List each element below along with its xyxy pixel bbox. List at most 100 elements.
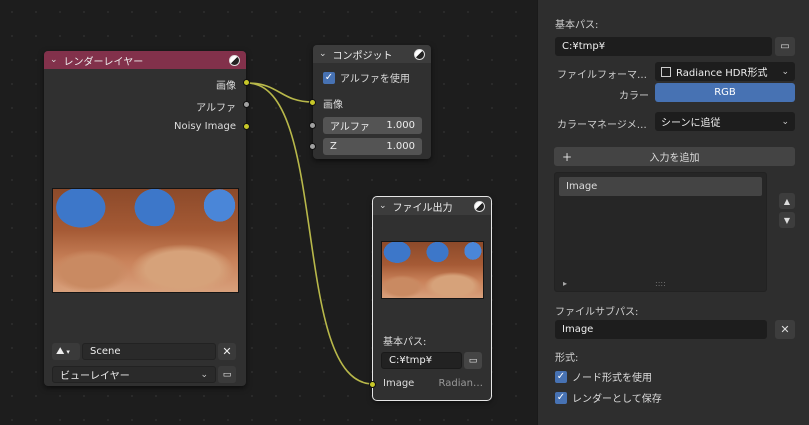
base-path-browse-button[interactable]: ▭ — [775, 37, 795, 56]
folder-icon: ▭ — [780, 41, 790, 52]
list-item-label: Image — [566, 181, 598, 192]
scene-value: Scene — [90, 346, 121, 357]
composite-header[interactable]: ⌄ コンポジット — [313, 45, 431, 63]
add-input-button[interactable]: + 入力を追加 — [554, 147, 795, 166]
file-output-header[interactable]: ⌄ ファイル出力 — [373, 197, 491, 215]
image-icon — [661, 66, 671, 77]
collapse-chevron-icon[interactable]: ⌄ — [319, 49, 327, 59]
node-properties-panel: 基本パス: C:¥tmp¥ ▭ ファイルフォーマ… Radiance HDR形式… — [537, 0, 809, 425]
file-output-base-path-value: C:¥tmp¥ — [389, 355, 433, 366]
alpha-field-label: アルファ — [330, 122, 370, 133]
use-node-format-label: ノード形式を使用 — [572, 373, 652, 384]
file-output-preview-image — [381, 241, 484, 299]
color-management-value: シーンに追従 — [661, 118, 721, 129]
input-alpha-socket[interactable] — [309, 122, 316, 129]
chevron-down-icon: ⌄ — [781, 116, 789, 127]
render-layers-title: レンダーレイヤー — [63, 56, 144, 68]
render-layers-node[interactable]: ⌄ レンダーレイヤー 画像 アルファ Noisy Image ⛰ ▾ Scene… — [44, 51, 250, 386]
close-icon: ✕ — [780, 323, 790, 336]
file-subpath-clear-button[interactable]: ✕ — [775, 320, 795, 339]
preview-sphere-icon[interactable] — [414, 48, 425, 60]
node-editor[interactable]: ⌄ レンダーレイヤー 画像 アルファ Noisy Image ⛰ ▾ Scene… — [0, 0, 537, 425]
output-alpha-label: アルファ — [196, 103, 236, 114]
list-expand-icon[interactable]: ▸ — [563, 279, 567, 288]
folder-icon: ▭ — [468, 355, 478, 366]
view-layer-dropdown[interactable]: ビューレイヤー ⌄ — [52, 366, 216, 383]
file-format-label: ファイルフォーマ… — [557, 70, 647, 81]
use-node-format-checkbox[interactable]: ✓ ノード形式を使用 — [555, 369, 652, 384]
base-path-label: 基本パス: — [555, 20, 599, 31]
folder-icon: ▭ — [222, 369, 232, 380]
list-resize-handle[interactable]: :::: — [655, 279, 666, 288]
color-value: RGB — [714, 87, 736, 98]
input-image-socket[interactable] — [309, 99, 316, 106]
alpha-value-field[interactable]: アルファ 1.000 — [323, 117, 422, 134]
file-subpath-field[interactable]: Image — [555, 320, 767, 339]
move-down-button[interactable]: ▼ — [779, 212, 795, 228]
file-subpath-value: Image — [562, 324, 594, 335]
file-format-dropdown[interactable]: Radiance HDR形式 ⌄ — [655, 62, 795, 81]
file-output-input-image-label: Image — [383, 378, 415, 389]
composite-title: コンポジット — [332, 50, 393, 62]
output-noisy-image-socket[interactable] — [243, 123, 250, 130]
move-up-button[interactable]: ▲ — [779, 193, 795, 209]
scene-selector[interactable]: ⛰ ▾ — [52, 343, 80, 360]
use-alpha-label: アルファを使用 — [340, 74, 410, 85]
render-layers-header[interactable]: ⌄ レンダーレイヤー — [44, 51, 246, 69]
file-output-base-path-field[interactable]: C:¥tmp¥ — [381, 352, 462, 369]
color-management-label: カラーマネージメ… — [557, 120, 647, 131]
link-image-to-composite — [246, 82, 314, 103]
scene-clear-button[interactable]: ✕ — [218, 343, 236, 360]
input-z-socket[interactable] — [309, 143, 316, 150]
output-image-label: 画像 — [216, 81, 236, 92]
dropdown-arrow-icon: ▾ — [66, 347, 70, 356]
inputs-list[interactable]: Image ▸ :::: — [554, 172, 767, 292]
checkmark-icon: ✓ — [323, 71, 335, 84]
input-image-label: 画像 — [323, 100, 343, 111]
color-label: カラー — [619, 91, 649, 102]
color-rgb-button[interactable]: RGB — [655, 83, 795, 102]
composite-node[interactable]: ⌄ コンポジット ✓ アルファを使用 画像 アルファ 1.000 Z 1.000 — [309, 45, 431, 159]
base-path-field[interactable]: C:¥tmp¥ — [555, 37, 772, 56]
view-layer-value: ビューレイヤー — [60, 371, 130, 382]
view-layer-browse-button[interactable]: ▭ — [218, 366, 236, 383]
plus-icon: + — [562, 149, 573, 164]
triangle-down-icon: ▼ — [783, 215, 791, 225]
file-output-browse-button[interactable]: ▭ — [464, 352, 482, 369]
format-label: 形式: — [555, 353, 579, 364]
preview-sphere-icon[interactable] — [229, 54, 240, 66]
use-alpha-checkbox[interactable]: ✓ アルファを使用 — [323, 70, 410, 85]
save-as-render-checkbox[interactable]: ✓ レンダーとして保存 — [555, 390, 662, 405]
checkmark-icon: ✓ — [555, 370, 567, 383]
checkmark-icon: ✓ — [555, 391, 567, 404]
input-image-socket[interactable] — [369, 381, 376, 388]
file-subpath-label: ファイルサブパス: — [555, 307, 639, 318]
alpha-field-value: 1.000 — [386, 120, 415, 131]
close-icon: ✕ — [222, 345, 232, 358]
z-value-field[interactable]: Z 1.000 — [323, 138, 422, 155]
list-item[interactable]: Image — [559, 177, 762, 196]
output-noisy-image-label: Noisy Image — [173, 121, 236, 132]
output-alpha-socket[interactable] — [243, 101, 250, 108]
color-management-dropdown[interactable]: シーンに追従 ⌄ — [655, 112, 795, 131]
file-output-node[interactable]: ⌄ ファイル出力 基本パス: C:¥tmp¥ ▭ Image Radian… — [369, 196, 492, 401]
save-as-render-label: レンダーとして保存 — [572, 394, 662, 405]
add-input-label: 入力を追加 — [649, 153, 700, 164]
z-field-value: 1.000 — [386, 141, 415, 152]
file-output-input-format: Radian… — [438, 378, 483, 389]
file-format-value: Radiance HDR形式 — [676, 68, 768, 79]
triangle-up-icon: ▲ — [783, 196, 791, 206]
chevron-down-icon: ⌄ — [781, 66, 789, 77]
collapse-chevron-icon[interactable]: ⌄ — [379, 201, 387, 211]
output-image-socket[interactable] — [243, 79, 250, 86]
render-preview-image — [52, 188, 239, 293]
scene-icon: ⛰ — [56, 346, 65, 357]
file-output-title: ファイル出力 — [392, 202, 453, 214]
collapse-chevron-icon[interactable]: ⌄ — [50, 55, 58, 65]
z-field-label: Z — [330, 141, 337, 152]
base-path-value: C:¥tmp¥ — [562, 41, 606, 52]
scene-field[interactable]: Scene — [82, 343, 216, 360]
file-output-base-path-label: 基本パス: — [383, 337, 427, 348]
chevron-down-icon: ⌄ — [200, 369, 208, 380]
preview-sphere-icon[interactable] — [474, 200, 485, 212]
